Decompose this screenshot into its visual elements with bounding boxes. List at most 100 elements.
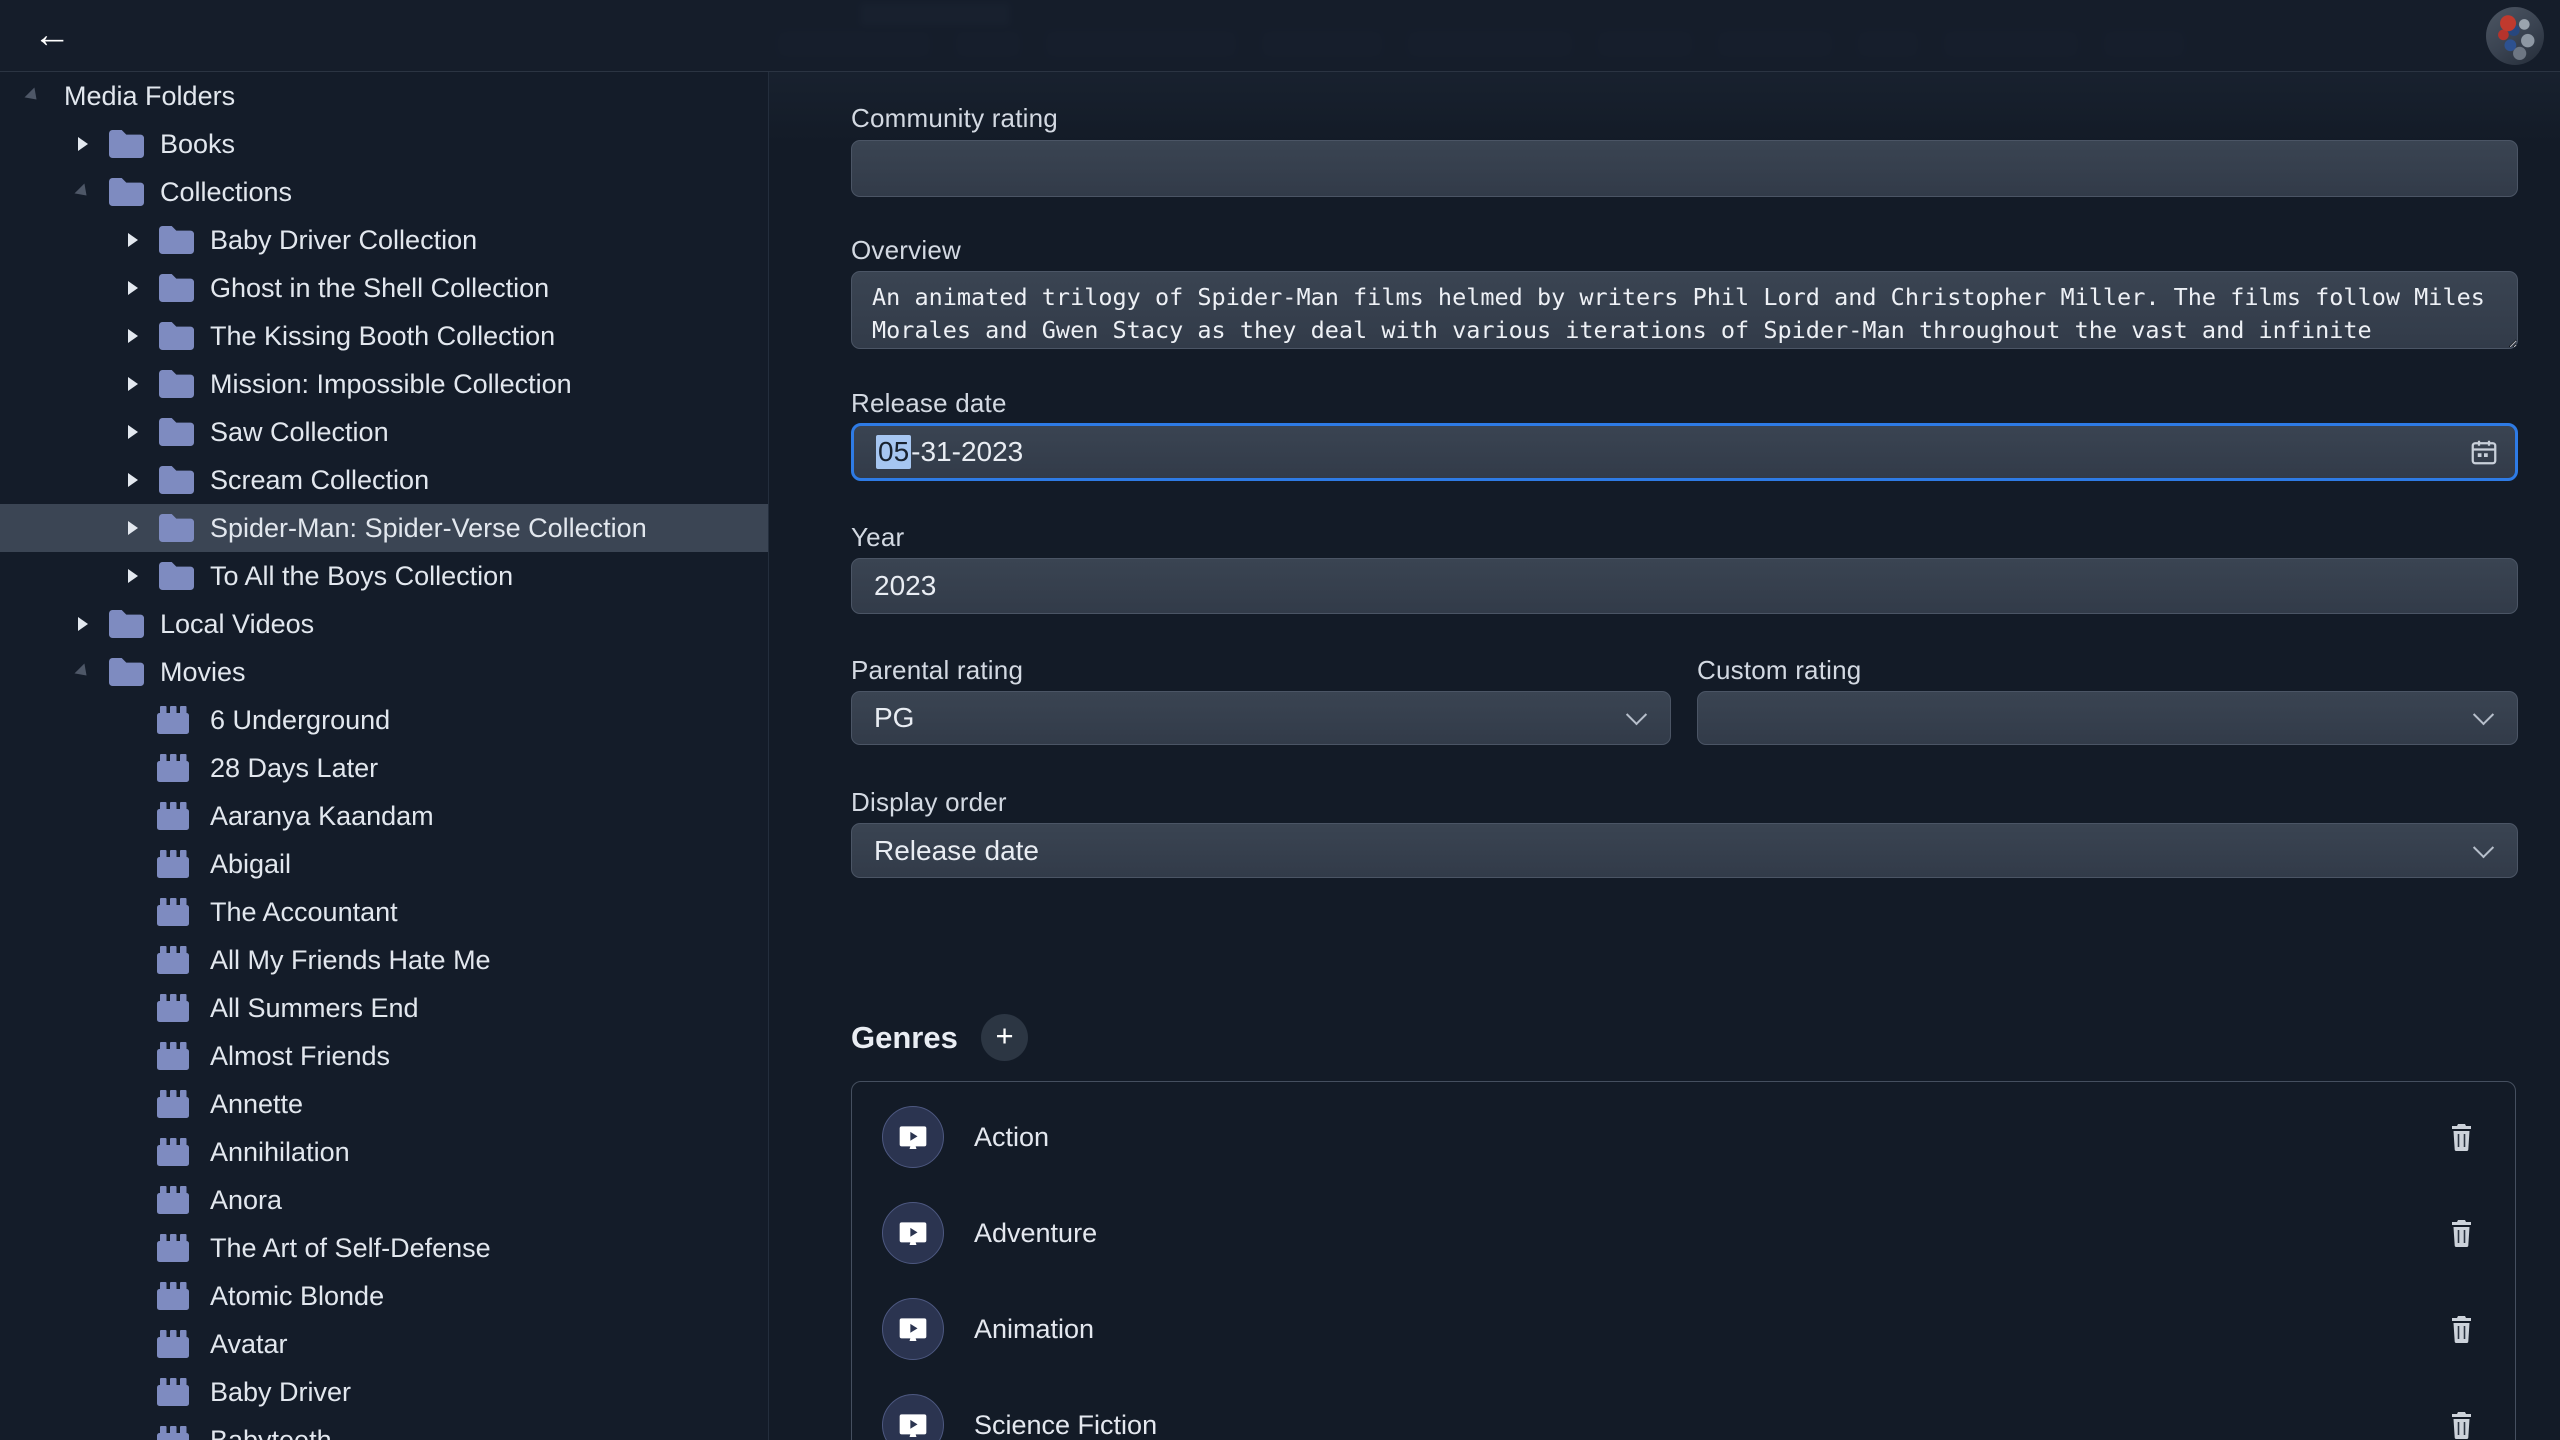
sidebar-item-28-days-later[interactable]: 28 Days Later (0, 744, 768, 792)
parental-rating-select[interactable]: PG (851, 691, 1671, 745)
release-date-input[interactable]: 05-31-2023 (851, 423, 2518, 481)
caret-expanded-icon[interactable] (68, 177, 98, 207)
sidebar-item-label: Local Videos (160, 609, 314, 640)
sidebar-item-scream-collection[interactable]: Scream Collection (0, 456, 768, 504)
genre-row-animation[interactable]: Animation (852, 1281, 2515, 1377)
movie-icon (156, 992, 194, 1024)
genre-row-science-fiction[interactable]: Science Fiction (852, 1377, 2515, 1440)
sidebar-item-all-summers-end[interactable]: All Summers End (0, 984, 768, 1032)
display-order-value: Release date (874, 835, 1039, 866)
overview-label: Overview (851, 235, 961, 266)
delete-genre-icon[interactable] (2444, 1117, 2479, 1157)
sidebar-item-annihilation[interactable]: Annihilation (0, 1128, 768, 1176)
calendar-icon[interactable] (2469, 436, 2499, 468)
sidebar-item-aaranya-kaandam[interactable]: Aaranya Kaandam (0, 792, 768, 840)
caret-collapsed-icon[interactable] (118, 417, 148, 447)
movie-icon (156, 800, 194, 832)
caret-collapsed-icon[interactable] (118, 561, 148, 591)
sidebar-item-label: Babyteeth (210, 1425, 332, 1440)
caret-expanded-icon[interactable] (18, 81, 48, 111)
date-segment-selected: 05 (876, 435, 911, 469)
sidebar-item-avatar[interactable]: Avatar (0, 1320, 768, 1368)
caret-spacer (118, 897, 148, 927)
sidebar-item-anora[interactable]: Anora (0, 1176, 768, 1224)
sidebar-item-label: Atomic Blonde (210, 1281, 384, 1312)
overview-textarea[interactable]: An animated trilogy of Spider-Man films … (851, 271, 2518, 349)
sidebar-item-label: Ghost in the Shell Collection (210, 273, 549, 304)
sidebar-item-local-videos[interactable]: Local Videos (0, 600, 768, 648)
sidebar-item-label: Books (160, 129, 235, 160)
delete-genre-icon[interactable] (2444, 1309, 2479, 1349)
caret-collapsed-icon[interactable] (118, 321, 148, 351)
community-rating-input[interactable] (851, 140, 2518, 197)
sidebar-item-baby-driver-collection[interactable]: Baby Driver Collection (0, 216, 768, 264)
year-input[interactable] (851, 558, 2518, 614)
custom-rating-select[interactable] (1697, 691, 2518, 745)
release-date-label: Release date (851, 388, 1007, 419)
sidebar-item-the-kissing-booth-collection[interactable]: The Kissing Booth Collection (0, 312, 768, 360)
caret-collapsed-icon[interactable] (118, 273, 148, 303)
folder-icon (106, 656, 144, 688)
movie-icon (156, 1232, 194, 1264)
sidebar-item-collections[interactable]: Collections (0, 168, 768, 216)
delete-genre-icon[interactable] (2444, 1213, 2479, 1253)
sidebar-item-books[interactable]: Books (0, 120, 768, 168)
sidebar-item-spider-man-spider-verse-collection[interactable]: Spider-Man: Spider-Verse Collection (0, 504, 768, 552)
sidebar-item-label: Annihilation (210, 1137, 350, 1168)
sidebar-item-baby-driver[interactable]: Baby Driver (0, 1368, 768, 1416)
genres-heading: Genres (851, 1020, 958, 1056)
genre-avatar (882, 1394, 944, 1440)
sidebar-item-the-accountant[interactable]: The Accountant (0, 888, 768, 936)
sidebar-item-label: Almost Friends (210, 1041, 390, 1072)
movie-icon (156, 1424, 194, 1440)
sidebar-item-movies[interactable]: Movies (0, 648, 768, 696)
caret-spacer (118, 1137, 148, 1167)
genre-row-action[interactable]: Action (852, 1089, 2515, 1185)
caret-collapsed-icon[interactable] (68, 129, 98, 159)
sidebar-item-annette[interactable]: Annette (0, 1080, 768, 1128)
movie-icon (156, 704, 194, 736)
delete-genre-icon[interactable] (2444, 1405, 2479, 1440)
user-avatar[interactable] (2486, 7, 2544, 65)
caret-expanded-icon[interactable] (68, 657, 98, 687)
caret-collapsed-icon[interactable] (68, 609, 98, 639)
sidebar-item-label: Movies (160, 657, 246, 688)
sidebar-item-almost-friends[interactable]: Almost Friends (0, 1032, 768, 1080)
sidebar-item-abigail[interactable]: Abigail (0, 840, 768, 888)
add-genre-button[interactable]: + (981, 1014, 1028, 1061)
community-rating-label: Community rating (851, 103, 1058, 134)
genre-row-adventure[interactable]: Adventure (852, 1185, 2515, 1281)
genre-avatar (882, 1298, 944, 1360)
sidebar-item-to-all-the-boys-collection[interactable]: To All the Boys Collection (0, 552, 768, 600)
caret-spacer (118, 801, 148, 831)
sidebar-item-label: Anora (210, 1185, 282, 1216)
genre-avatar (882, 1106, 944, 1168)
display-order-select[interactable]: Release date (851, 823, 2518, 878)
genre-label: Action (974, 1122, 2444, 1153)
sidebar-item-all-my-friends-hate-me[interactable]: All My Friends Hate Me (0, 936, 768, 984)
sidebar-item-saw-collection[interactable]: Saw Collection (0, 408, 768, 456)
sidebar-item-ghost-in-the-shell-collection[interactable]: Ghost in the Shell Collection (0, 264, 768, 312)
sidebar-item-atomic-blonde[interactable]: Atomic Blonde (0, 1272, 768, 1320)
caret-collapsed-icon[interactable] (118, 465, 148, 495)
genre-label: Science Fiction (974, 1410, 2444, 1440)
sidebar-item-media-folders[interactable]: Media Folders (0, 72, 768, 120)
app-top-bar: ← (0, 0, 2560, 72)
sidebar-item-label: Collections (160, 177, 292, 208)
sidebar-item-label: To All the Boys Collection (210, 561, 513, 592)
sidebar-item-the-art-of-self-defense[interactable]: The Art of Self-Defense (0, 1224, 768, 1272)
caret-collapsed-icon[interactable] (118, 369, 148, 399)
sidebar-item-babyteeth[interactable]: Babyteeth (0, 1416, 768, 1440)
sidebar-item-label: Scream Collection (210, 465, 429, 496)
back-button[interactable]: ← (20, 4, 84, 68)
sidebar-item-6-underground[interactable]: 6 Underground (0, 696, 768, 744)
movie-icon (156, 1376, 194, 1408)
folder-icon (106, 128, 144, 160)
chevron-down-icon (1626, 704, 1647, 725)
sidebar-item-label: Media Folders (64, 81, 235, 112)
sidebar-item-mission-impossible-collection[interactable]: Mission: Impossible Collection (0, 360, 768, 408)
sidebar-item-label: Saw Collection (210, 417, 389, 448)
caret-collapsed-icon[interactable] (118, 513, 148, 543)
caret-spacer (118, 1329, 148, 1359)
caret-collapsed-icon[interactable] (118, 225, 148, 255)
